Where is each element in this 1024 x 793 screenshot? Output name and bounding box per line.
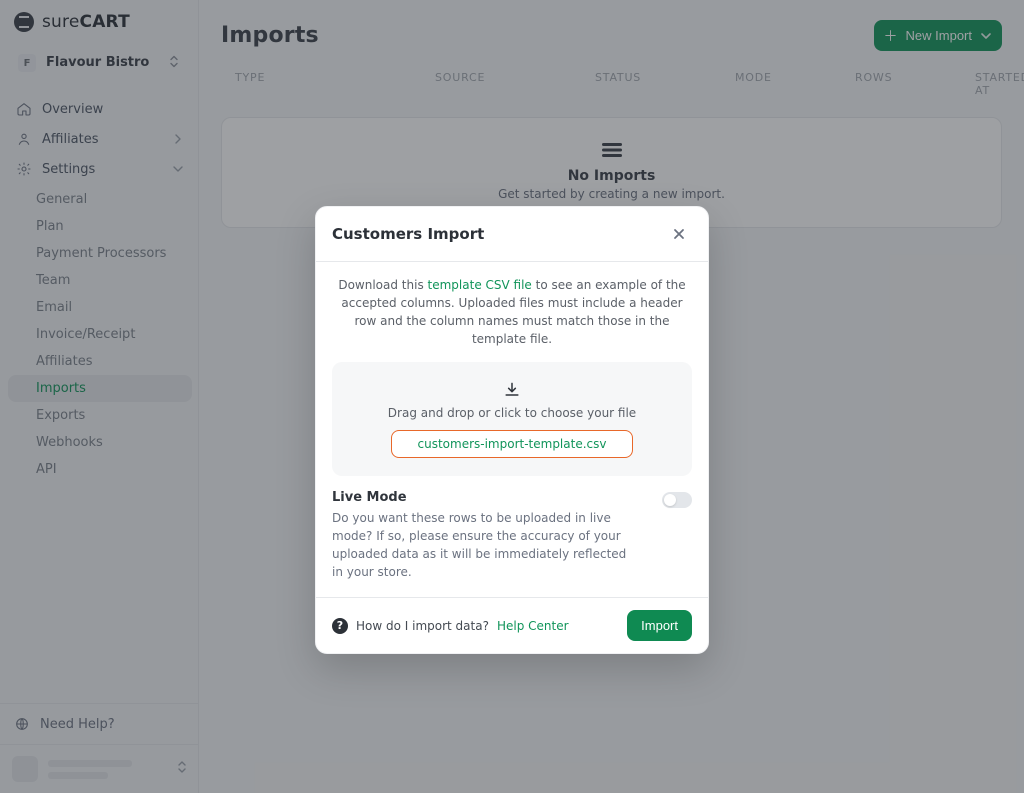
modal-footer: ? How do I import data? Help Center Impo… <box>316 597 708 653</box>
help-question: How do I import data? <box>356 619 489 633</box>
modal-header: Customers Import <box>316 207 708 262</box>
selected-file-name: customers-import-template.csv <box>418 437 607 451</box>
app: sureCART F Flavour Bistro Overview <box>0 0 1024 793</box>
customers-import-modal: Customers Import Download this template … <box>315 206 709 654</box>
modal-description: Download this template CSV file to see a… <box>332 276 692 348</box>
dropzone-text: Drag and drop or click to choose your fi… <box>388 406 636 420</box>
modal-body: Download this template CSV file to see a… <box>316 262 708 597</box>
template-csv-link[interactable]: template CSV file <box>428 278 532 292</box>
import-button[interactable]: Import <box>627 610 692 641</box>
modal-overlay[interactable]: Customers Import Download this template … <box>0 0 1024 793</box>
help-icon: ? <box>332 618 348 634</box>
live-title: Live Mode <box>332 490 632 505</box>
help-line: ? How do I import data? Help Center <box>332 618 569 634</box>
file-dropzone[interactable]: Drag and drop or click to choose your fi… <box>332 362 692 476</box>
close-button[interactable] <box>666 221 692 247</box>
live-desc: Do you want these rows to be uploaded in… <box>332 509 632 581</box>
toggle-knob <box>664 494 676 506</box>
live-mode-toggle[interactable] <box>662 492 692 508</box>
download-icon <box>502 380 522 400</box>
selected-file-chip[interactable]: customers-import-template.csv <box>391 430 634 458</box>
live-left: Live Mode Do you want these rows to be u… <box>332 490 632 581</box>
close-icon <box>672 227 686 241</box>
desc-prefix: Download this <box>338 278 427 292</box>
live-mode-row: Live Mode Do you want these rows to be u… <box>332 490 692 581</box>
import-label: Import <box>641 618 678 633</box>
help-center-link[interactable]: Help Center <box>497 619 569 633</box>
modal-title: Customers Import <box>332 225 484 243</box>
